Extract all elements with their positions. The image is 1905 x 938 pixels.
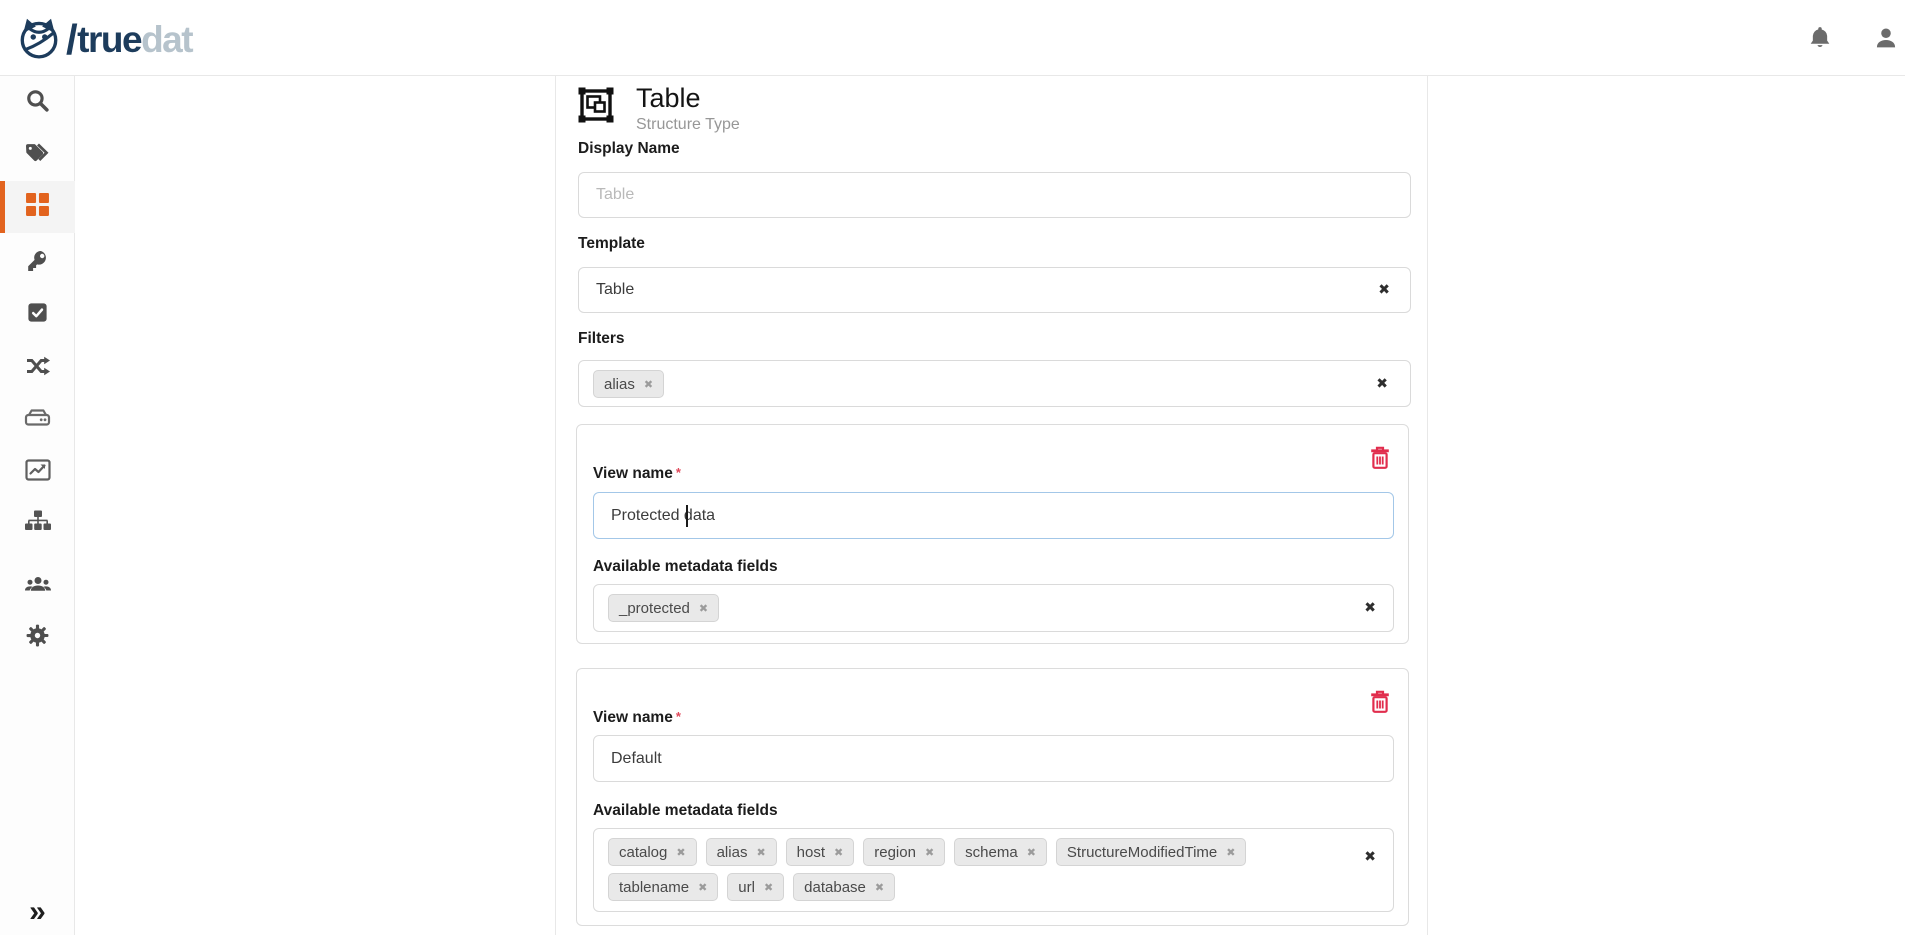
metadata-tag: alias ✖ [706, 838, 777, 866]
metadata-tag-remove-icon[interactable]: ✖ [875, 882, 884, 893]
required-asterisk: * [676, 465, 681, 480]
view-card-default: View name* Available metadata fields cat… [576, 668, 1409, 926]
metadata-tag: url ✖ [727, 873, 784, 901]
metadata-tag-remove-icon[interactable]: ✖ [1226, 847, 1235, 858]
filter-tag-label: alias [604, 376, 635, 393]
delete-view-button[interactable] [1369, 445, 1391, 470]
metadata-fields-label: Available metadata fields [593, 558, 778, 576]
metadata-tag: database ✖ [793, 873, 895, 901]
metadata-tag-label: tablename [619, 879, 689, 896]
metadata-fields-label: Available metadata fields [593, 802, 778, 820]
metadata-tag-label: catalog [619, 844, 667, 861]
metadata-tag-label: StructureModifiedTime [1067, 844, 1217, 861]
metadata-tag-remove-icon[interactable]: ✖ [698, 882, 707, 893]
metadata-tag-label: _protected [619, 600, 690, 617]
gear-icon [25, 623, 50, 653]
sidebar-item-taxonomy[interactable] [0, 497, 75, 549]
page-title: Table [636, 83, 740, 114]
metadata-fields-multiselect[interactable]: _protected ✖ ✖ [593, 584, 1394, 632]
metadata-tag: catalog ✖ [608, 838, 697, 866]
truedat-owl-logo-icon [16, 14, 62, 65]
sidebar-item-lineage[interactable] [0, 342, 75, 394]
sidebar-item-settings[interactable] [0, 612, 75, 664]
metadata-tag-label: url [738, 879, 755, 896]
view-name-input[interactable] [593, 492, 1394, 539]
sidebar-item-sources[interactable] [0, 394, 75, 446]
sidebar-expand-button[interactable]: » [0, 886, 75, 938]
view-name-label: View name* [593, 709, 681, 727]
metadata-tag-label: host [797, 844, 825, 861]
sidebar-item-search[interactable] [0, 77, 75, 129]
page-header: Table Structure Type [578, 83, 740, 134]
sidebar-item-structure-types[interactable] [0, 181, 75, 233]
metadata-tag-remove-icon[interactable]: ✖ [699, 603, 708, 614]
metadata-tag-label: alias [717, 844, 748, 861]
metadata-tag: StructureModifiedTime ✖ [1056, 838, 1247, 866]
page-subtitle: Structure Type [636, 116, 740, 134]
metadata-tag-remove-icon[interactable]: ✖ [676, 847, 685, 858]
metadata-tag-remove-icon[interactable]: ✖ [756, 847, 765, 858]
sidebar-item-tags[interactable] [0, 129, 75, 181]
top-header: /truedat [0, 0, 1905, 76]
brand-wordmark: /truedat [66, 16, 192, 64]
sidebar-item-dashboards[interactable] [0, 446, 75, 498]
active-item-indicator [0, 181, 5, 233]
template-selected-value: Table [596, 268, 634, 312]
metadata-fields-multiselect[interactable]: catalog ✖ alias ✖ host ✖ region ✖ schema ✖ St… [593, 828, 1394, 912]
tags-icon [24, 141, 51, 170]
users-icon [24, 573, 52, 602]
view-card-protected-data: View name* Available metadata fields _pr… [576, 424, 1409, 644]
delete-view-button[interactable] [1369, 689, 1391, 714]
required-asterisk: * [676, 709, 681, 724]
metadata-tag-label: schema [965, 844, 1018, 861]
brand-slash: / [66, 16, 76, 64]
view-name-label: View name* [593, 465, 681, 483]
sidebar-item-users[interactable] [0, 561, 75, 613]
display-name-label: Display Name [578, 140, 680, 158]
object-group-icon [578, 87, 614, 134]
display-name-input[interactable] [578, 172, 1411, 218]
brand-name-light: dat [141, 19, 192, 61]
filters-clear-icon[interactable]: ✖ [1376, 377, 1388, 391]
metadata-tag-label: database [804, 879, 866, 896]
metadata-tag: region ✖ [863, 838, 945, 866]
user-profile-icon[interactable] [1873, 25, 1899, 51]
sitemap-icon [25, 509, 51, 538]
template-select[interactable]: Table ✖ [578, 267, 1411, 313]
sidebar-item-permissions[interactable] [0, 237, 75, 289]
filter-tag: alias ✖ [593, 370, 664, 398]
metadata-tag: host ✖ [786, 838, 855, 866]
brand-name-dark: true [77, 19, 141, 61]
metadata-tag-remove-icon[interactable]: ✖ [1027, 847, 1036, 858]
left-sidebar: » [0, 76, 75, 935]
hdd-icon [24, 406, 51, 435]
metadata-tag-remove-icon[interactable]: ✖ [925, 847, 934, 858]
truedat-logo[interactable]: /truedat [16, 14, 192, 65]
filters-label: Filters [578, 330, 625, 348]
search-icon [25, 88, 50, 118]
check-square-icon [26, 301, 49, 329]
metadata-tag-label: region [874, 844, 916, 861]
key-icon [26, 249, 50, 278]
grid-icon [25, 192, 50, 222]
chart-line-icon [25, 458, 51, 487]
metadata-clear-icon[interactable]: ✖ [1364, 601, 1376, 615]
filter-tag-remove-icon[interactable]: ✖ [644, 379, 653, 390]
view-name-input[interactable] [593, 735, 1394, 782]
main-content-panel: Table Structure Type Display Name Templa… [555, 76, 1428, 935]
filters-multiselect[interactable]: alias ✖ ✖ [578, 360, 1411, 407]
metadata-tag: schema ✖ [954, 838, 1047, 866]
notifications-bell-icon[interactable] [1807, 25, 1833, 51]
metadata-tag-remove-icon[interactable]: ✖ [764, 882, 773, 893]
template-label: Template [578, 235, 645, 253]
metadata-tag: _protected ✖ [608, 594, 719, 622]
double-chevron-right-icon: » [29, 897, 46, 927]
metadata-tag-remove-icon[interactable]: ✖ [834, 847, 843, 858]
sidebar-item-quality[interactable] [0, 289, 75, 341]
shuffle-icon [25, 354, 51, 383]
metadata-tag: tablename ✖ [608, 873, 718, 901]
metadata-clear-icon[interactable]: ✖ [1364, 850, 1376, 864]
template-clear-icon[interactable]: ✖ [1378, 283, 1390, 297]
text-cursor [686, 505, 688, 527]
